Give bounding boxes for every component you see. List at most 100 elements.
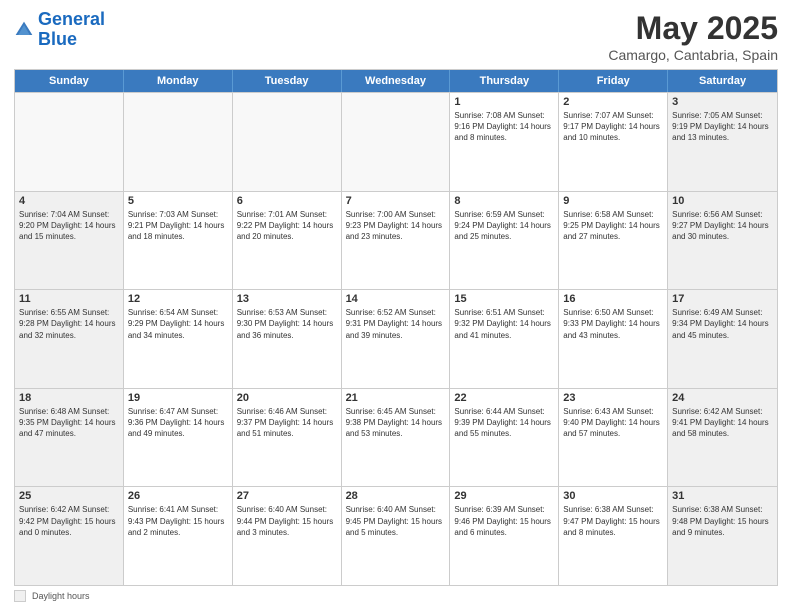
header: General Blue May 2025 Camargo, Cantabria…: [14, 10, 778, 63]
day-cell-7: 7 Sunrise: 7:00 AM Sunset: 9:23 PM Daylig…: [342, 192, 451, 290]
empty-cell: [15, 93, 124, 191]
day-cell-25: 25 Sunrise: 6:42 AM Sunset: 9:42 PM Dayli…: [15, 487, 124, 585]
day-info: Sunrise: 7:05 AM Sunset: 9:19 PM Dayligh…: [672, 110, 773, 144]
calendar-row-2: 4 Sunrise: 7:04 AM Sunset: 9:20 PM Daylig…: [15, 191, 777, 290]
day-info: Sunrise: 6:59 AM Sunset: 9:24 PM Dayligh…: [454, 209, 554, 243]
day-cell-27: 27 Sunrise: 6:40 AM Sunset: 9:44 PM Dayli…: [233, 487, 342, 585]
day-number: 3: [672, 96, 773, 108]
logo-icon: [14, 20, 34, 40]
day-cell-26: 26 Sunrise: 6:41 AM Sunset: 9:43 PM Dayli…: [124, 487, 233, 585]
day-number: 10: [672, 195, 773, 207]
day-number: 27: [237, 490, 337, 502]
logo: General Blue: [14, 10, 105, 50]
page: General Blue May 2025 Camargo, Cantabria…: [0, 0, 792, 612]
day-info: Sunrise: 7:08 AM Sunset: 9:16 PM Dayligh…: [454, 110, 554, 144]
day-number: 5: [128, 195, 228, 207]
day-cell-18: 18 Sunrise: 6:48 AM Sunset: 9:35 PM Dayli…: [15, 389, 124, 487]
day-number: 22: [454, 392, 554, 404]
day-info: Sunrise: 7:07 AM Sunset: 9:17 PM Dayligh…: [563, 110, 663, 144]
day-info: Sunrise: 6:49 AM Sunset: 9:34 PM Dayligh…: [672, 307, 773, 341]
empty-cell: [233, 93, 342, 191]
title-block: May 2025 Camargo, Cantabria, Spain: [608, 10, 778, 63]
day-number: 18: [19, 392, 119, 404]
calendar-body: 1 Sunrise: 7:08 AM Sunset: 9:16 PM Daylig…: [15, 92, 777, 585]
day-cell-22: 22 Sunrise: 6:44 AM Sunset: 9:39 PM Dayli…: [450, 389, 559, 487]
day-number: 17: [672, 293, 773, 305]
calendar: SundayMondayTuesdayWednesdayThursdayFrid…: [14, 69, 778, 586]
empty-cell: [124, 93, 233, 191]
calendar-row-5: 25 Sunrise: 6:42 AM Sunset: 9:42 PM Dayli…: [15, 486, 777, 585]
day-cell-12: 12Sunrise: 6:54 AM Sunset: 9:29 PM Dayli…: [124, 290, 233, 388]
day-info: Sunrise: 7:00 AM Sunset: 9:23 PM Dayligh…: [346, 209, 446, 243]
day-number: 13: [237, 293, 337, 305]
day-cell-31: 31Sunrise: 6:38 AM Sunset: 9:48 PM Dayli…: [668, 487, 777, 585]
day-cell-10: 10Sunrise: 6:56 AM Sunset: 9:27 PM Dayli…: [668, 192, 777, 290]
day-cell-20: 20 Sunrise: 6:46 AM Sunset: 9:37 PM Dayli…: [233, 389, 342, 487]
day-number: 15: [454, 293, 554, 305]
day-cell-30: 30Sunrise: 6:38 AM Sunset: 9:47 PM Dayli…: [559, 487, 668, 585]
day-cell-21: 21 Sunrise: 6:45 AM Sunset: 9:38 PM Dayli…: [342, 389, 451, 487]
day-info: Sunrise: 6:54 AM Sunset: 9:29 PM Dayligh…: [128, 307, 228, 341]
day-cell-6: 6Sunrise: 7:01 AM Sunset: 9:22 PM Daylig…: [233, 192, 342, 290]
day-cell-1: 1 Sunrise: 7:08 AM Sunset: 9:16 PM Daylig…: [450, 93, 559, 191]
day-info: Sunrise: 6:55 AM Sunset: 9:28 PM Dayligh…: [19, 307, 119, 341]
day-number: 20: [237, 392, 337, 404]
day-cell-29: 29Sunrise: 6:39 AM Sunset: 9:46 PM Dayli…: [450, 487, 559, 585]
day-cell-3: 3 Sunrise: 7:05 AM Sunset: 9:19 PM Daylig…: [668, 93, 777, 191]
day-info: Sunrise: 6:51 AM Sunset: 9:32 PM Dayligh…: [454, 307, 554, 341]
day-header-sunday: Sunday: [15, 70, 124, 92]
day-info: Sunrise: 7:03 AM Sunset: 9:21 PM Dayligh…: [128, 209, 228, 243]
day-cell-28: 28Sunrise: 6:40 AM Sunset: 9:45 PM Dayli…: [342, 487, 451, 585]
day-cell-8: 8 Sunrise: 6:59 AM Sunset: 9:24 PM Daylig…: [450, 192, 559, 290]
day-number: 24: [672, 392, 773, 404]
day-cell-17: 17 Sunrise: 6:49 AM Sunset: 9:34 PM Dayli…: [668, 290, 777, 388]
day-header-saturday: Saturday: [668, 70, 777, 92]
day-number: 2: [563, 96, 663, 108]
day-info: Sunrise: 6:43 AM Sunset: 9:40 PM Dayligh…: [563, 406, 663, 440]
day-info: Sunrise: 6:45 AM Sunset: 9:38 PM Dayligh…: [346, 406, 446, 440]
logo-general: General: [38, 9, 105, 29]
shaded-box: [14, 590, 26, 602]
day-info: Sunrise: 6:39 AM Sunset: 9:46 PM Dayligh…: [454, 504, 554, 538]
day-number: 8: [454, 195, 554, 207]
day-info: Sunrise: 6:48 AM Sunset: 9:35 PM Dayligh…: [19, 406, 119, 440]
day-number: 19: [128, 392, 228, 404]
day-number: 26: [128, 490, 228, 502]
calendar-row-4: 18 Sunrise: 6:48 AM Sunset: 9:35 PM Dayli…: [15, 388, 777, 487]
day-number: 23: [563, 392, 663, 404]
day-info: Sunrise: 7:01 AM Sunset: 9:22 PM Dayligh…: [237, 209, 337, 243]
day-info: Sunrise: 6:58 AM Sunset: 9:25 PM Dayligh…: [563, 209, 663, 243]
day-info: Sunrise: 6:46 AM Sunset: 9:37 PM Dayligh…: [237, 406, 337, 440]
footer-label: Daylight hours: [32, 591, 90, 601]
day-number: 1: [454, 96, 554, 108]
day-info: Sunrise: 6:38 AM Sunset: 9:48 PM Dayligh…: [672, 504, 773, 538]
calendar-row-3: 11 Sunrise: 6:55 AM Sunset: 9:28 PM Dayli…: [15, 289, 777, 388]
day-number: 7: [346, 195, 446, 207]
day-header-monday: Monday: [124, 70, 233, 92]
day-number: 25: [19, 490, 119, 502]
calendar-row-1: 1 Sunrise: 7:08 AM Sunset: 9:16 PM Daylig…: [15, 92, 777, 191]
day-info: Sunrise: 6:47 AM Sunset: 9:36 PM Dayligh…: [128, 406, 228, 440]
day-number: 9: [563, 195, 663, 207]
day-header-tuesday: Tuesday: [233, 70, 342, 92]
day-info: Sunrise: 6:42 AM Sunset: 9:42 PM Dayligh…: [19, 504, 119, 538]
day-cell-9: 9 Sunrise: 6:58 AM Sunset: 9:25 PM Daylig…: [559, 192, 668, 290]
day-cell-23: 23 Sunrise: 6:43 AM Sunset: 9:40 PM Dayli…: [559, 389, 668, 487]
main-title: May 2025: [608, 10, 778, 47]
logo-text: General Blue: [38, 10, 105, 50]
day-info: Sunrise: 6:41 AM Sunset: 9:43 PM Dayligh…: [128, 504, 228, 538]
day-cell-16: 16Sunrise: 6:50 AM Sunset: 9:33 PM Dayli…: [559, 290, 668, 388]
empty-cell: [342, 93, 451, 191]
day-number: 14: [346, 293, 446, 305]
day-info: Sunrise: 6:42 AM Sunset: 9:41 PM Dayligh…: [672, 406, 773, 440]
day-info: Sunrise: 6:44 AM Sunset: 9:39 PM Dayligh…: [454, 406, 554, 440]
day-number: 4: [19, 195, 119, 207]
day-number: 28: [346, 490, 446, 502]
day-info: Sunrise: 7:04 AM Sunset: 9:20 PM Dayligh…: [19, 209, 119, 243]
footer: Daylight hours: [14, 590, 778, 602]
day-info: Sunrise: 6:50 AM Sunset: 9:33 PM Dayligh…: [563, 307, 663, 341]
day-info: Sunrise: 6:40 AM Sunset: 9:44 PM Dayligh…: [237, 504, 337, 538]
day-number: 21: [346, 392, 446, 404]
day-number: 11: [19, 293, 119, 305]
day-cell-11: 11 Sunrise: 6:55 AM Sunset: 9:28 PM Dayli…: [15, 290, 124, 388]
